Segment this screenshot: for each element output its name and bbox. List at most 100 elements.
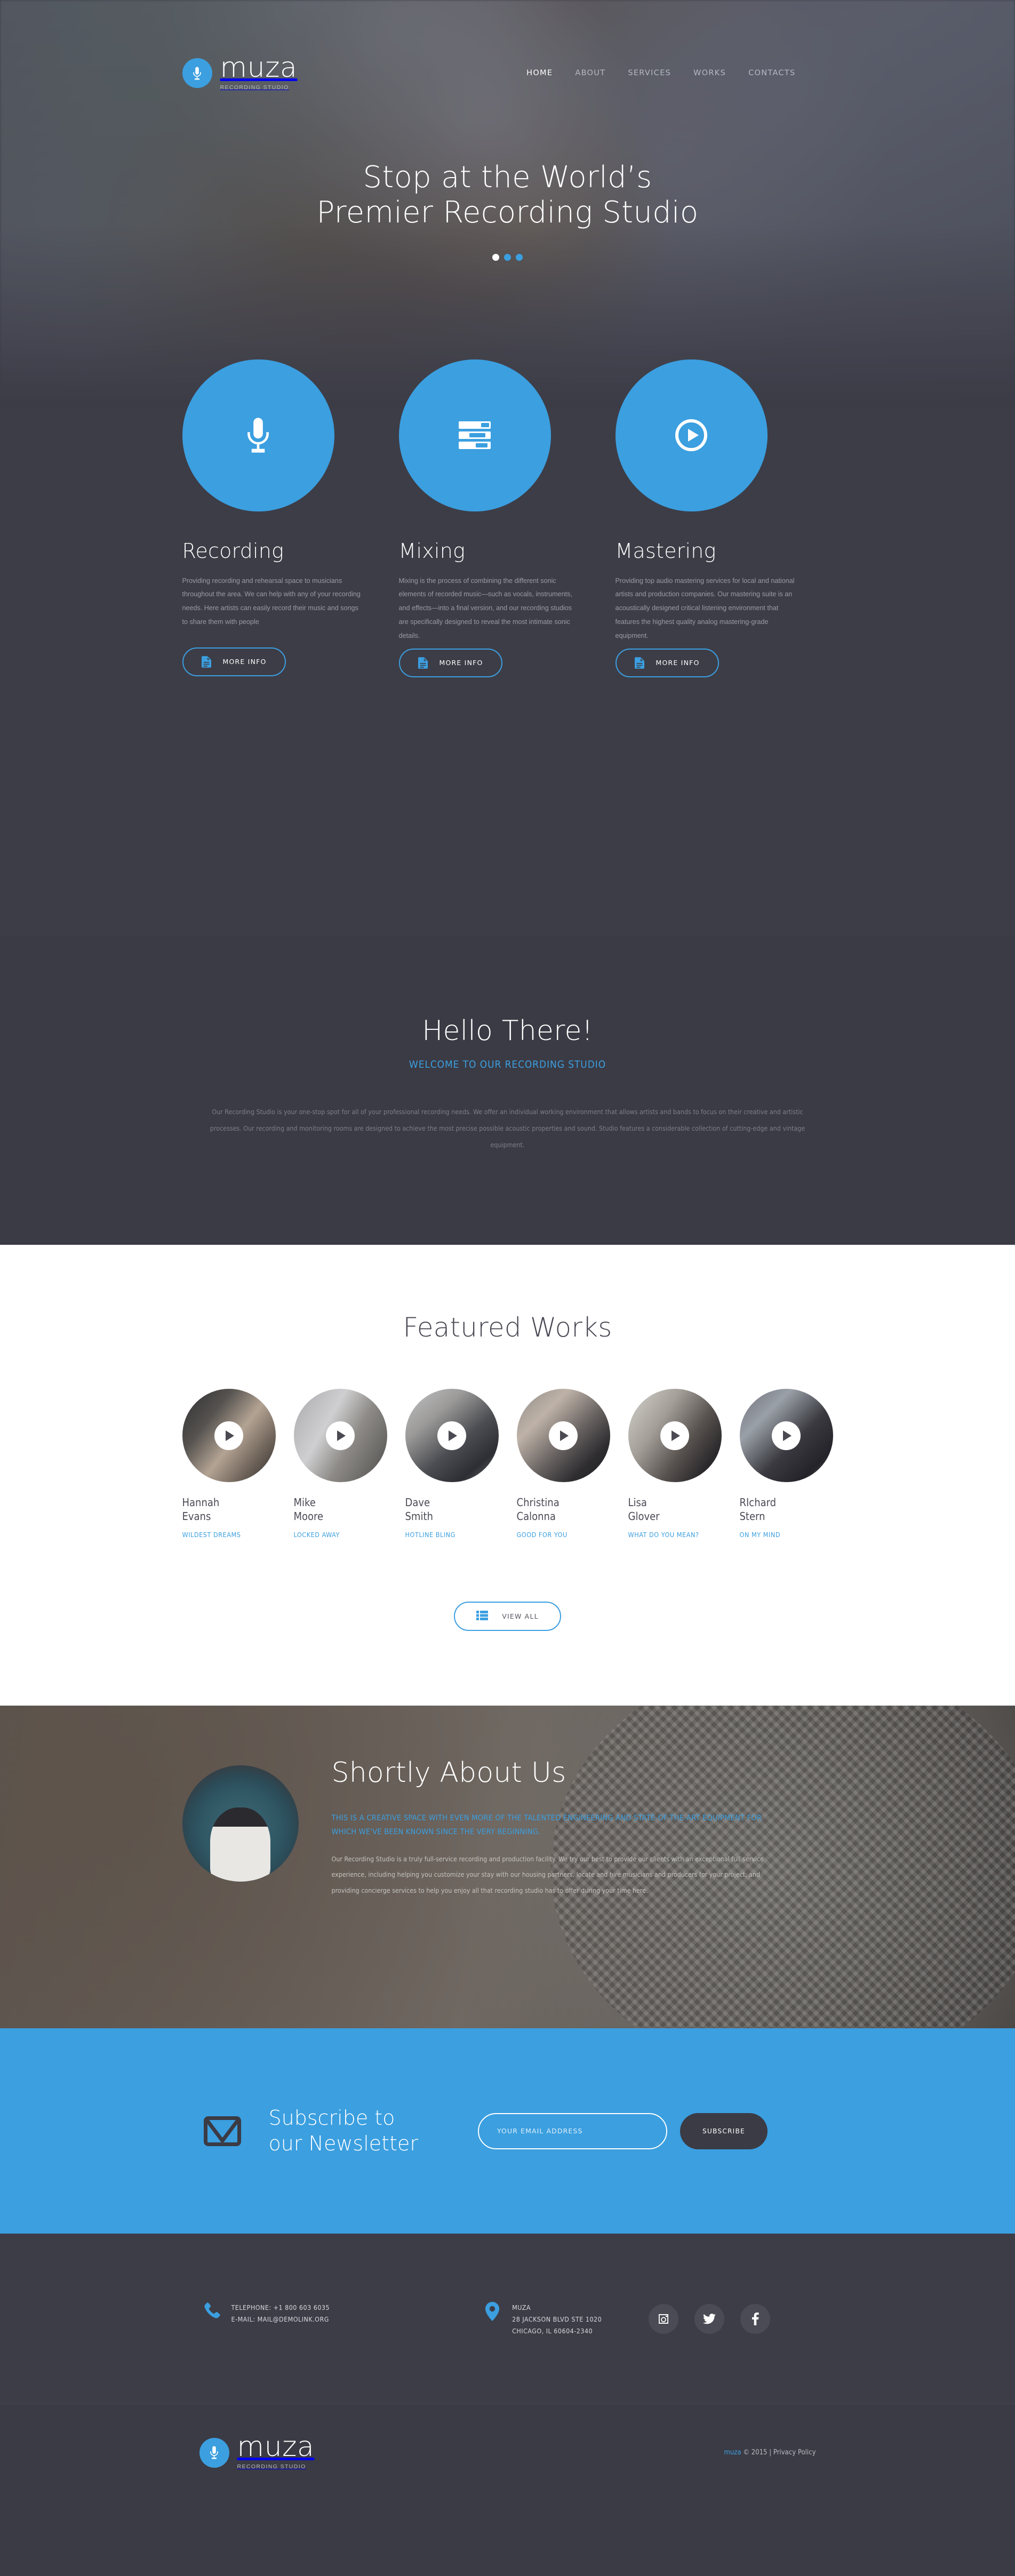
twitter-icon[interactable] [694, 2304, 724, 2334]
view-all-label: VIEW ALL [502, 1612, 539, 1621]
mixer-faders-icon[interactable] [398, 359, 551, 511]
work-artist-last: Glover [628, 1509, 660, 1523]
nav-item-about[interactable]: ABOUT [575, 69, 605, 77]
work-card[interactable]: Hannah Evans WILDEST DREAMS [182, 1389, 276, 1539]
microphone-icon[interactable] [182, 359, 334, 511]
contact-address: MUZA 28 JACKSON BLVD STE 1020 CHICAGO, I… [512, 2302, 602, 2337]
slider-dot-2[interactable] [504, 253, 511, 261]
slider-dot-3[interactable] [516, 253, 523, 261]
hero-title-line2: Premier Recording Studio [316, 195, 699, 230]
footer-bottom: muza RECORDING STUDIO muza © 2015 | Priv… [0, 2404, 1015, 2508]
play-icon[interactable] [326, 1421, 355, 1450]
document-icon [634, 657, 644, 669]
copyright-text: © 2015 | [743, 2449, 772, 2457]
work-artist-last: Evans [182, 1509, 211, 1523]
more-info-button-recording[interactable]: MORE INFO [182, 647, 286, 676]
site-header: muza RECORDING STUDIO HOME ABOUT SERVICE… [182, 0, 833, 91]
envelope-icon [203, 2116, 241, 2146]
play-icon[interactable] [214, 1421, 243, 1450]
privacy-policy-link[interactable]: Privacy Policy [773, 2449, 816, 2457]
footer-logo-tagline: RECORDING STUDIO [237, 2463, 306, 2470]
work-artist-first: Christina [516, 1496, 560, 1509]
list-icon [476, 1611, 489, 1622]
work-track: WHAT DO YOU MEAN? [628, 1531, 699, 1539]
hero-title: Stop at the World’s Premier Recording St… [182, 160, 833, 230]
play-icon[interactable] [437, 1421, 466, 1450]
nav-item-services[interactable]: SERVICES [628, 69, 671, 77]
works-grid: Hannah Evans WILDEST DREAMS Mike Moore L… [182, 1389, 833, 1539]
work-artist-last: Stern [739, 1509, 765, 1523]
site-logo[interactable]: muza RECORDING STUDIO [182, 52, 298, 91]
address-line-1: MUZA [512, 2303, 531, 2312]
work-thumbnail[interactable] [293, 1389, 387, 1483]
subscribe-title-line2: our Newsletter [268, 2131, 418, 2155]
nav-item-home[interactable]: HOME [526, 69, 553, 77]
hero-section: muza RECORDING STUDIO HOME ABOUT SERVICE… [0, 0, 1015, 936]
hello-body: Our Recording Studio is your one-stop sp… [210, 1108, 805, 1149]
service-title: Mastering [615, 539, 716, 563]
footer-logo[interactable]: muza RECORDING STUDIO [199, 2433, 315, 2470]
hero-slide: Stop at the World’s Premier Recording St… [182, 91, 833, 261]
more-info-label: MORE INFO [222, 658, 267, 666]
address-line-2: 28 JACKSON BLVD STE 1020 [512, 2315, 602, 2323]
play-icon[interactable] [772, 1421, 801, 1450]
slider-dot-1[interactable] [492, 253, 499, 261]
about-body: Our Recording Studio is a truly full-ser… [331, 1855, 764, 1894]
facebook-icon[interactable] [740, 2304, 770, 2334]
work-thumbnail[interactable] [405, 1389, 499, 1483]
service-text: Mixing is the process of combining the d… [398, 577, 572, 639]
service-title: Recording [182, 539, 284, 563]
work-card[interactable]: Lisa Glover WHAT DO YOU MEAN? [628, 1389, 722, 1539]
logo-name: muza [220, 52, 298, 84]
work-card[interactable]: Christina Calonna GOOD FOR YOU [516, 1389, 610, 1539]
work-artist: Hannah Evans [182, 1496, 276, 1523]
service-text: Providing top audio mastering services f… [615, 577, 795, 639]
work-track: HOTLINE BLING [405, 1531, 455, 1539]
work-track: LOCKED AWAY [293, 1531, 340, 1539]
work-artist-first: Dave [405, 1496, 430, 1509]
service-title: Mixing [398, 539, 465, 563]
work-artist: Dave Smith [405, 1496, 499, 1523]
play-icon[interactable] [549, 1421, 578, 1450]
slider-dots[interactable] [182, 253, 833, 261]
more-info-button-mixing[interactable]: MORE INFO [398, 648, 502, 677]
play-icon[interactable] [660, 1421, 689, 1450]
play-circle-icon[interactable] [615, 359, 768, 511]
work-card[interactable]: Mike Moore LOCKED AWAY [293, 1389, 387, 1539]
work-artist-first: Mike [293, 1496, 316, 1509]
work-artist: Lisa Glover [628, 1496, 722, 1523]
about-title: Shortly About Us [331, 1757, 566, 1789]
map-pin-icon [480, 2302, 505, 2322]
view-all-button[interactable]: VIEW ALL [454, 1602, 561, 1631]
work-thumbnail[interactable] [182, 1389, 276, 1483]
work-artist-first: Lisa [628, 1496, 647, 1509]
work-card[interactable]: RIchard Stern ON MY MIND [739, 1389, 833, 1539]
more-info-button-mastering[interactable]: MORE INFO [615, 648, 719, 677]
work-thumbnail[interactable] [739, 1389, 833, 1483]
email-field[interactable] [477, 2113, 667, 2149]
microphone-icon [199, 2437, 229, 2468]
hero-title-line1: Stop at the World’s [363, 159, 652, 195]
service-card-mixing: Mixing Mixing is the process of combinin… [398, 359, 616, 677]
service-card-mastering: Mastering Providing top audio mastering … [615, 359, 832, 677]
social-links[interactable] [648, 2302, 833, 2334]
work-thumbnail[interactable] [516, 1389, 610, 1483]
phone-icon [199, 2302, 224, 2320]
subscribe-button[interactable]: SUBSCRIBE [680, 2113, 768, 2149]
nav-item-works[interactable]: WORKS [693, 69, 726, 77]
main-navigation[interactable]: HOME ABOUT SERVICES WORKS CONTACTS [526, 69, 833, 77]
avatar [182, 1765, 299, 1882]
services-list: Recording Providing recording and rehear… [182, 359, 833, 677]
work-thumbnail[interactable] [628, 1389, 722, 1483]
nav-item-contacts[interactable]: CONTACTS [748, 69, 795, 77]
instagram-icon[interactable] [648, 2304, 678, 2334]
subscribe-section: Subscribe to our Newsletter SUBSCRIBE [0, 2028, 1015, 2234]
featured-works-section: Featured Works Hannah Evans WILDEST DREA… [0, 1245, 1015, 1706]
logo-tagline: RECORDING STUDIO [220, 84, 289, 91]
contact-telephone: TELEPHONE: +1 800 603 6035 [231, 2303, 330, 2312]
hello-subtitle: WELCOME TO OUR RECORDING STUDIO [409, 1059, 606, 1070]
work-card[interactable]: Dave Smith HOTLINE BLING [405, 1389, 499, 1539]
service-text: Providing recording and rehearsal space … [182, 577, 361, 626]
more-info-label: MORE INFO [656, 659, 700, 667]
copyright-brand-link[interactable]: muza [724, 2449, 741, 2457]
